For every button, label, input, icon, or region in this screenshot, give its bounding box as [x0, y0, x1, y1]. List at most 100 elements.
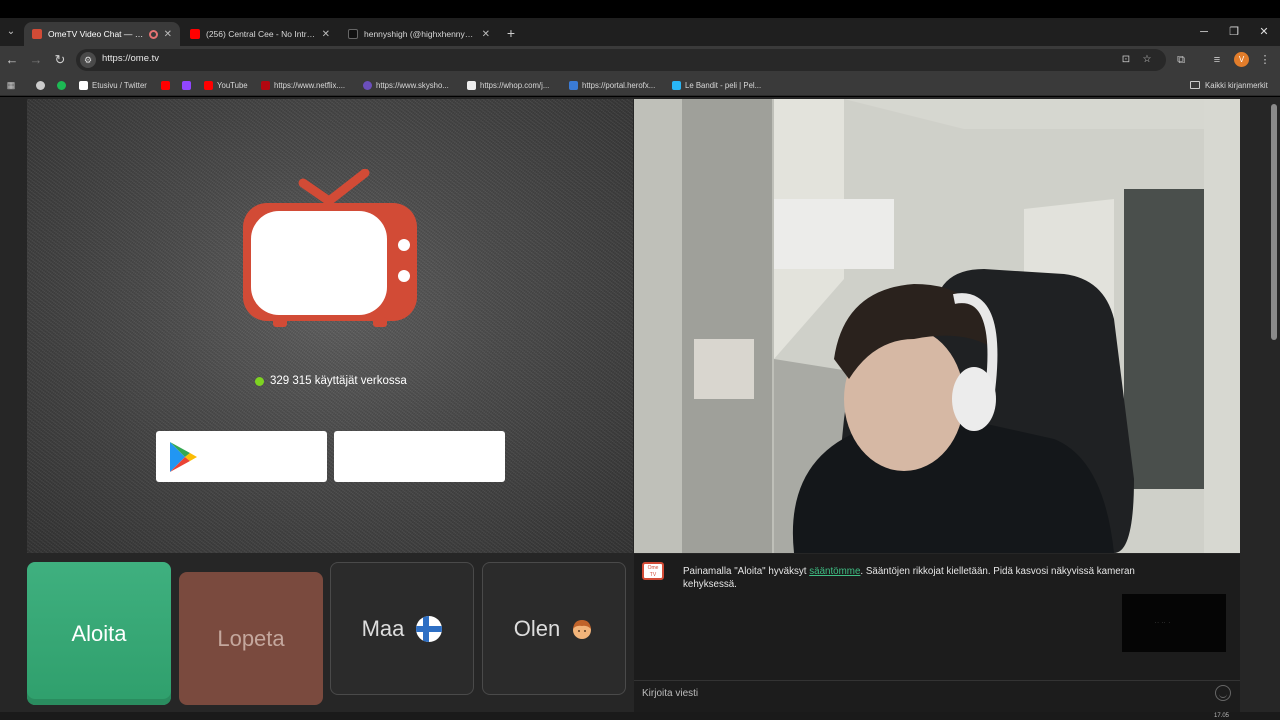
chat-input-placeholder: Kirjoita viesti — [642, 688, 699, 699]
rules-link[interactable]: sääntömme — [809, 566, 860, 577]
preview-placeholder: ·· ·· · — [1155, 620, 1171, 625]
tab-title: OmeTV Video Chat — Ome — [48, 29, 145, 39]
tab-ometv[interactable]: OmeTV Video Chat — Ome ✕ — [24, 22, 180, 46]
self-preview-thumbnail: ·· ·· · — [1122, 594, 1226, 652]
country-button-label: Maa — [361, 615, 405, 641]
all-bookmarks[interactable]: Kaikki kirjanmerkit — [1190, 78, 1268, 92]
bookmark-herofx[interactable]: https://portal.herofx... — [569, 78, 655, 92]
globe-icon — [36, 80, 45, 90]
bookmark-star-icon[interactable]: ☆ — [1140, 53, 1154, 67]
youtube-favicon-icon — [190, 29, 200, 39]
restore-icon[interactable]: ❐ — [1224, 24, 1244, 40]
minimize-icon[interactable]: ─ — [1194, 24, 1214, 40]
bookmarks-bar: ▦ Etusivu / Twitter YouTube https://www.… — [0, 74, 1280, 96]
netflix-icon — [261, 80, 270, 90]
country-filter-button[interactable]: Maa — [330, 562, 474, 695]
close-icon[interactable]: ✕ — [322, 29, 330, 40]
browser-toolbar: ← → ↻ ⚙ https://ome.tv ⊡ ☆ ⧉ ≡ V ⋮ — [0, 46, 1280, 74]
tiktok-favicon-icon — [348, 29, 358, 39]
google-play-icon — [170, 442, 197, 472]
bookmark-youtube-1[interactable] — [161, 78, 174, 92]
message-text-before: Painamalla "Aloita" hyväksyt — [683, 566, 810, 577]
tab-title: hennyshigh (@highxhennyfn) | — [364, 29, 476, 39]
stop-button[interactable]: Lopeta — [179, 572, 323, 705]
folder-icon — [1190, 81, 1200, 89]
gender-button-label: Olen — [513, 615, 561, 641]
emoji-icon[interactable] — [1215, 685, 1231, 701]
system-message: Painamalla "Aloita" hyväksyt sääntömme. … — [683, 565, 1163, 591]
bookmark-label: https://portal.herofx... — [582, 80, 656, 90]
bookmark-twitch[interactable] — [182, 78, 195, 92]
all-bookmarks-label: Kaikki kirjanmerkit — [1205, 80, 1268, 90]
install-app-icon[interactable]: ⊡ — [1119, 53, 1133, 67]
back-button[interactable]: ← — [3, 51, 21, 69]
whop-icon — [467, 80, 476, 90]
ometv-page: 329 315 käyttäjät verkossa Aloita Lopeta… — [0, 97, 1280, 720]
bookmark-label: https://www.skysho... — [376, 80, 449, 90]
url-text: https://ome.tv — [102, 53, 160, 64]
x-icon — [79, 80, 88, 90]
forward-button[interactable]: → — [27, 51, 45, 69]
bookmark-twitter[interactable]: Etusivu / Twitter — [79, 78, 147, 92]
twitch-icon — [182, 80, 191, 90]
herofx-icon — [569, 80, 578, 90]
ometv-tv-logo-icon — [243, 169, 417, 327]
ometv-chat-logo-icon: Ome TV — [642, 562, 664, 580]
browser-tab-bar: ⌄ OmeTV Video Chat — Ome ✕ (256) Central… — [0, 18, 1280, 46]
bookmark-label: Etusivu / Twitter — [92, 80, 147, 90]
start-button-label: Aloita — [71, 620, 127, 646]
spotify-icon — [57, 80, 66, 90]
window-close-icon[interactable]: ✕ — [1254, 24, 1274, 40]
youtube-icon — [161, 80, 170, 90]
bookmark-le-bandit[interactable]: Le Bandit - peli | Pel... — [672, 78, 761, 92]
close-icon[interactable]: ✕ — [164, 29, 172, 40]
tab-tiktok[interactable]: hennyshigh (@highxhennyfn) | ✕ — [340, 22, 498, 46]
screen-top-strip — [0, 0, 1280, 18]
scrollbar-thumb[interactable] — [1271, 104, 1277, 340]
partner-video-panel: 329 315 käyttäjät verkossa — [27, 99, 633, 553]
tab-search-button[interactable]: ⌄ — [2, 22, 20, 42]
bookmark-label: https://whop.com/j... — [480, 80, 550, 90]
bookmark-youtube[interactable]: YouTube — [204, 78, 248, 92]
site-info-icon[interactable]: ⚙ — [80, 52, 96, 68]
chat-panel: Ome TV Painamalla "Aloita" hyväksyt säänt… — [634, 554, 1240, 720]
person-emoji-icon — [573, 619, 592, 639]
online-status-dot-icon — [255, 376, 264, 386]
stop-button-label: Lopeta — [217, 625, 285, 651]
recording-icon — [148, 29, 158, 39]
address-bar[interactable]: ⚙ https://ome.tv ⊡ ☆ — [76, 49, 1166, 71]
tab-title: (256) Central Cee - No Introdu — [206, 29, 316, 39]
start-button[interactable]: Aloita — [27, 562, 171, 705]
self-camera-video-panel — [634, 99, 1240, 553]
bookmark-label: Le Bandit - peli | Pel... — [685, 80, 762, 90]
close-icon[interactable]: ✕ — [482, 29, 490, 40]
bookmark-netflix[interactable]: https://www.netflix.... — [261, 78, 345, 92]
apps-grid-icon[interactable]: ▦ — [5, 79, 17, 91]
finland-flag-icon — [416, 615, 443, 642]
gender-filter-button[interactable]: Olen — [482, 562, 626, 695]
new-tab-button[interactable]: + — [502, 23, 520, 43]
menu-kebab-icon[interactable]: ⋮ — [1256, 51, 1274, 69]
youtube-icon — [204, 80, 213, 90]
bandit-icon — [672, 80, 681, 90]
tab-youtube[interactable]: (256) Central Cee - No Introdu ✕ — [182, 22, 338, 46]
bookmark-spotify[interactable] — [57, 78, 70, 92]
online-users-counter: 329 315 käyttäjät verkossa — [255, 375, 407, 387]
ometv-favicon-icon — [32, 29, 42, 39]
app-store-button[interactable] — [334, 431, 505, 482]
reload-button[interactable]: ↻ — [51, 51, 69, 69]
page-scrollbar[interactable] — [1268, 100, 1280, 720]
chat-input-field[interactable]: Kirjoita viesti — [634, 680, 1240, 706]
extensions-icon[interactable]: ⧉ — [1172, 51, 1190, 69]
profile-avatar[interactable]: V — [1234, 52, 1249, 67]
taskbar-clock: 17.05 — [1214, 713, 1230, 719]
bookmark-globe[interactable] — [36, 78, 49, 92]
bookmark-whop[interactable]: https://whop.com/j... — [467, 78, 549, 92]
sky-icon — [363, 80, 372, 90]
webcam-feed-image — [634, 99, 1240, 553]
taskbar — [0, 712, 1280, 720]
bookmark-skyshowtime[interactable]: https://www.skysho... — [363, 78, 449, 92]
bookmark-label: YouTube — [217, 80, 248, 90]
google-play-button[interactable] — [156, 431, 327, 482]
media-control-icon[interactable]: ≡ — [1208, 51, 1226, 69]
